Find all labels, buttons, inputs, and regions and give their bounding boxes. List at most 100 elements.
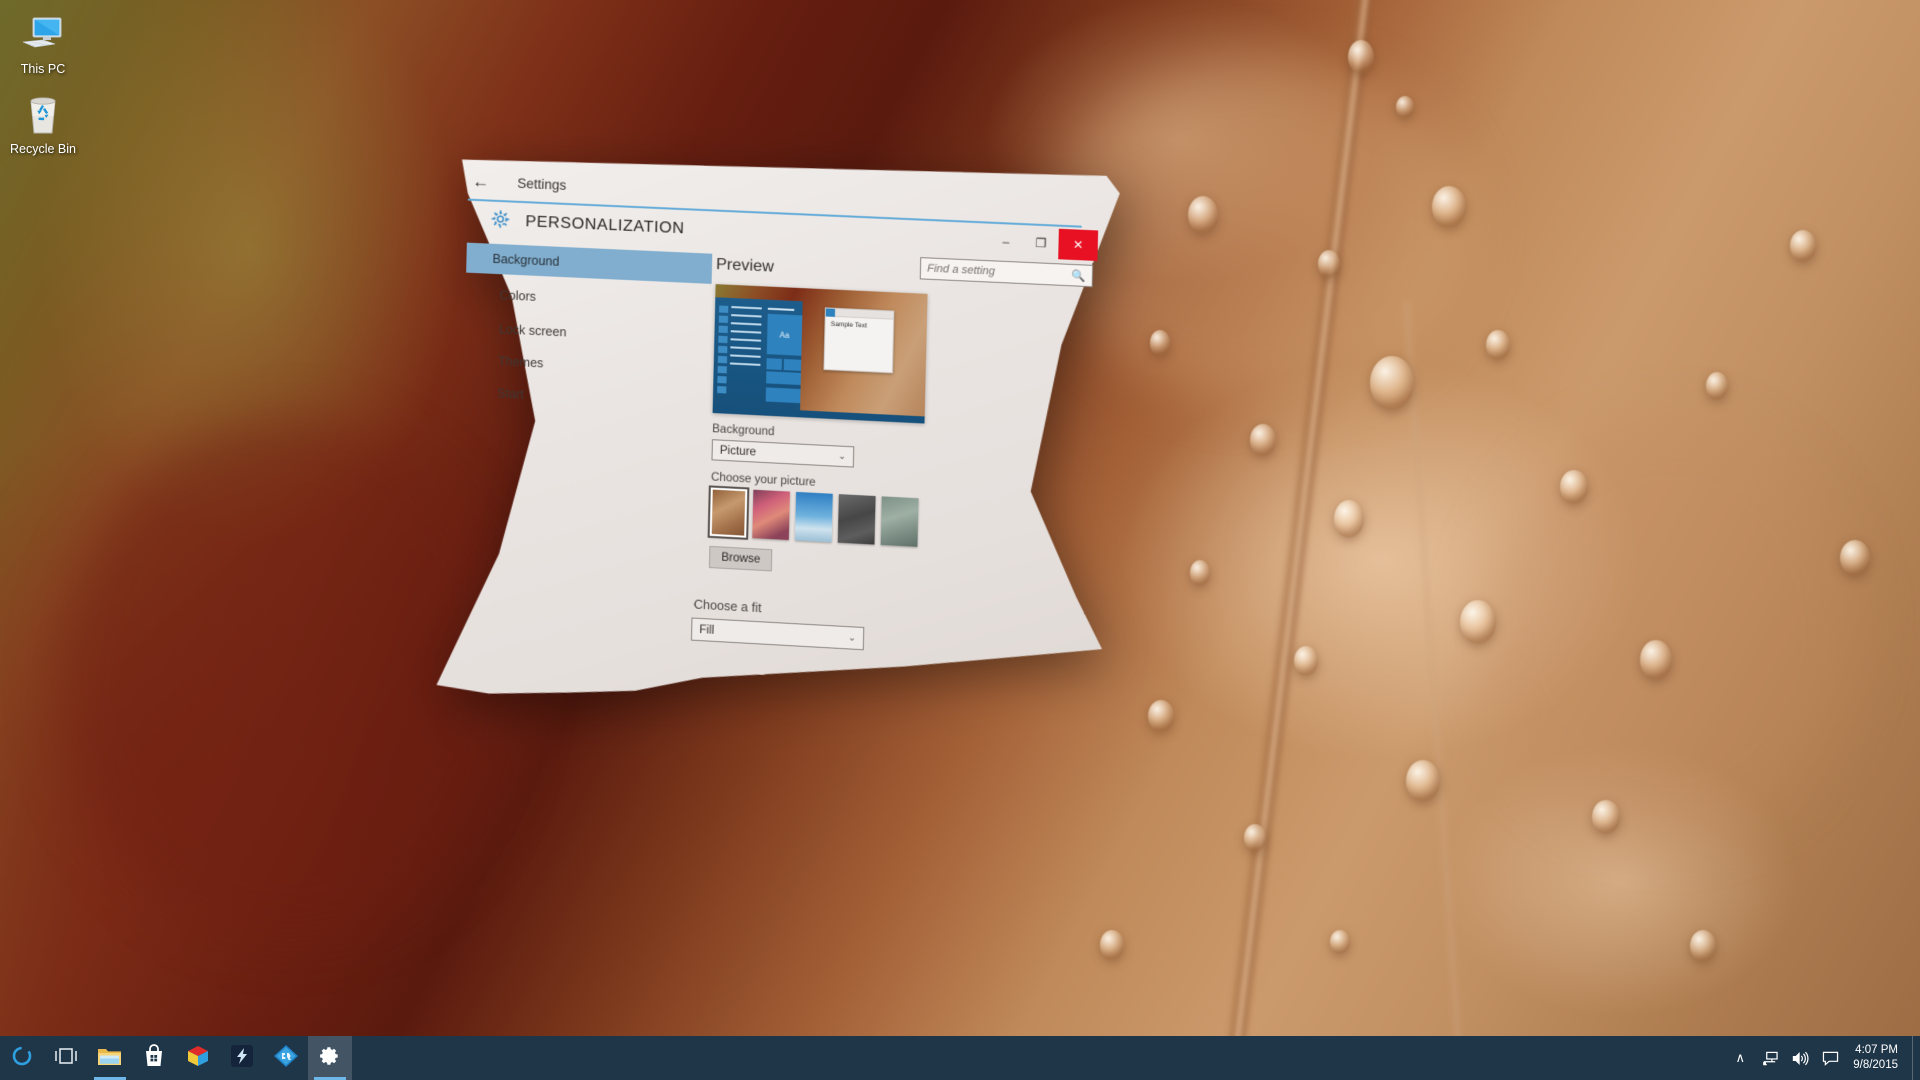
show-hidden-icons-button[interactable]: ∧ bbox=[1725, 1050, 1755, 1066]
taskbar-cortana-button[interactable] bbox=[0, 1036, 44, 1080]
water-droplet bbox=[1250, 424, 1276, 456]
choose-picture-label: Choose your picture bbox=[710, 471, 816, 489]
chevron-down-icon: ⌄ bbox=[848, 632, 857, 643]
preview-start-menu: Aa bbox=[712, 297, 803, 411]
action-center-icon[interactable] bbox=[1815, 1051, 1845, 1066]
show-desktop-button[interactable] bbox=[1912, 1036, 1920, 1080]
fit-select[interactable]: Fill ⌄ bbox=[690, 617, 865, 651]
water-droplet bbox=[1188, 196, 1218, 234]
picture-thumbnail-canyon[interactable] bbox=[752, 489, 790, 541]
water-droplet bbox=[1370, 356, 1414, 410]
water-droplet bbox=[1790, 230, 1816, 262]
recycle-bin-icon bbox=[0, 90, 86, 138]
water-droplet bbox=[1706, 372, 1728, 400]
circle-icon bbox=[11, 1045, 33, 1072]
taskbar-clock[interactable]: 4:07 PM 9/8/2015 bbox=[1845, 1043, 1912, 1073]
sidebar-item-label: Start bbox=[497, 386, 524, 402]
water-droplet bbox=[1592, 800, 1620, 834]
water-droplet bbox=[1100, 930, 1124, 960]
background-type-value: Picture bbox=[719, 444, 757, 459]
volume-icon[interactable] bbox=[1785, 1051, 1815, 1066]
picture-thumbnail-sky-clouds[interactable] bbox=[794, 491, 833, 543]
water-droplet bbox=[1348, 40, 1374, 74]
background-label: Background bbox=[712, 423, 775, 439]
monitor-icon bbox=[0, 10, 86, 58]
sidebar-item-label: Themes bbox=[497, 354, 544, 371]
diamond-icon bbox=[273, 1044, 299, 1073]
back-arrow-icon[interactable]: ← bbox=[472, 171, 489, 191]
choose-fit-label: Choose a fit bbox=[693, 597, 762, 616]
water-droplet bbox=[1294, 646, 1318, 676]
desktop-icon-label: This PC bbox=[20, 62, 66, 76]
picture-thumbnail-gray-texture[interactable] bbox=[837, 494, 876, 545]
preview-tile-aa: Aa bbox=[766, 313, 803, 356]
clock-time: 4:07 PM bbox=[1855, 1044, 1898, 1056]
taskbar-task-view-button[interactable] bbox=[44, 1036, 88, 1080]
water-droplet bbox=[1840, 540, 1870, 576]
gear-icon bbox=[319, 1045, 341, 1072]
water-droplet bbox=[1396, 96, 1414, 118]
sidebar-item-label: Background bbox=[492, 251, 560, 269]
taskbar-3d-builder-button[interactable] bbox=[176, 1036, 220, 1080]
desktop-icon-label: Recycle Bin bbox=[10, 142, 76, 156]
preview-start-rail bbox=[717, 305, 729, 400]
water-droplet bbox=[1460, 600, 1496, 644]
preview-sample-window: Sample Text bbox=[823, 307, 895, 374]
network-icon[interactable] bbox=[1755, 1051, 1785, 1066]
close-button[interactable]: ✕ bbox=[1058, 228, 1099, 262]
taskbar-settings-button[interactable] bbox=[308, 1036, 352, 1080]
leaf-vein-secondary bbox=[1401, 300, 1469, 1080]
sidebar[interactable]: Background Colors Lock screen Themes Sta… bbox=[457, 242, 713, 687]
picture-thumbnail-list[interactable] bbox=[709, 487, 919, 547]
gear-icon bbox=[489, 207, 512, 235]
window-controls[interactable]: – ❐ ✕ bbox=[988, 226, 1099, 262]
wallpaper-blur-2 bbox=[1480, 420, 1860, 840]
background-type-select[interactable]: Picture ⌄ bbox=[711, 439, 855, 468]
sidebar-item-label: Lock screen bbox=[498, 322, 567, 340]
preview-tile-divider bbox=[767, 307, 795, 311]
water-droplet bbox=[1318, 250, 1340, 278]
water-droplet bbox=[1406, 760, 1440, 802]
water-droplet bbox=[1334, 500, 1364, 538]
picture-thumbnail-leaf-droplets[interactable] bbox=[709, 487, 748, 538]
water-droplet bbox=[1150, 330, 1170, 356]
minimize-button[interactable]: – bbox=[988, 226, 1024, 258]
cube-icon bbox=[186, 1044, 210, 1073]
task-view-icon bbox=[54, 1047, 78, 1070]
desktop[interactable]: This PC Recycle Bin ← Settings PERSONALI… bbox=[0, 0, 1920, 1080]
water-droplet bbox=[1432, 186, 1466, 228]
water-droplet bbox=[1486, 330, 1510, 360]
water-droplet bbox=[1690, 930, 1716, 962]
preview-heading: Preview bbox=[715, 255, 775, 276]
preview-sample-text: Sample Text bbox=[830, 320, 868, 330]
desktop-icon-this-pc[interactable]: This PC bbox=[0, 10, 86, 77]
water-droplet bbox=[1640, 640, 1672, 680]
back-label: Settings bbox=[517, 175, 567, 193]
water-droplet bbox=[1560, 470, 1588, 504]
preview-tile-wide bbox=[765, 387, 801, 404]
taskbar[interactable]: ∧ 4:07 PM 9/8/2015 bbox=[0, 1036, 1920, 1080]
lightning-icon bbox=[230, 1044, 254, 1073]
desktop-icon-recycle-bin[interactable]: Recycle Bin bbox=[0, 90, 86, 157]
water-droplet bbox=[1148, 700, 1174, 732]
water-droplet bbox=[1190, 560, 1210, 586]
fit-value: Fill bbox=[699, 623, 715, 637]
water-droplet bbox=[1244, 824, 1266, 852]
taskbar-store-button[interactable] bbox=[132, 1036, 176, 1080]
taskbar-gem-app-button[interactable] bbox=[264, 1036, 308, 1080]
sidebar-item-label: Colors bbox=[499, 288, 537, 304]
settings-window[interactable]: ← Settings PERSONALIZATION – ❐ ✕ Find a … bbox=[455, 152, 1095, 692]
taskbar-dark-app-button[interactable] bbox=[220, 1036, 264, 1080]
preview-tile-text: Aa bbox=[779, 329, 790, 340]
taskbar-file-explorer-button[interactable] bbox=[88, 1036, 132, 1080]
preview-start-list bbox=[729, 306, 762, 372]
maximize-button[interactable]: ❐ bbox=[1023, 227, 1059, 259]
system-tray[interactable]: ∧ 4:07 PM 9/8/2015 bbox=[1725, 1036, 1920, 1080]
preview-taskbar bbox=[712, 405, 925, 424]
clock-date: 9/8/2015 bbox=[1853, 1059, 1898, 1071]
water-droplet bbox=[1330, 930, 1350, 954]
main-content: Preview Aa Sample Text Background Pictur… bbox=[690, 255, 1081, 710]
picture-thumbnail-teal-texture[interactable] bbox=[880, 496, 919, 547]
sidebar-item-background[interactable]: Background bbox=[466, 242, 713, 284]
browse-button[interactable]: Browse bbox=[708, 545, 773, 572]
